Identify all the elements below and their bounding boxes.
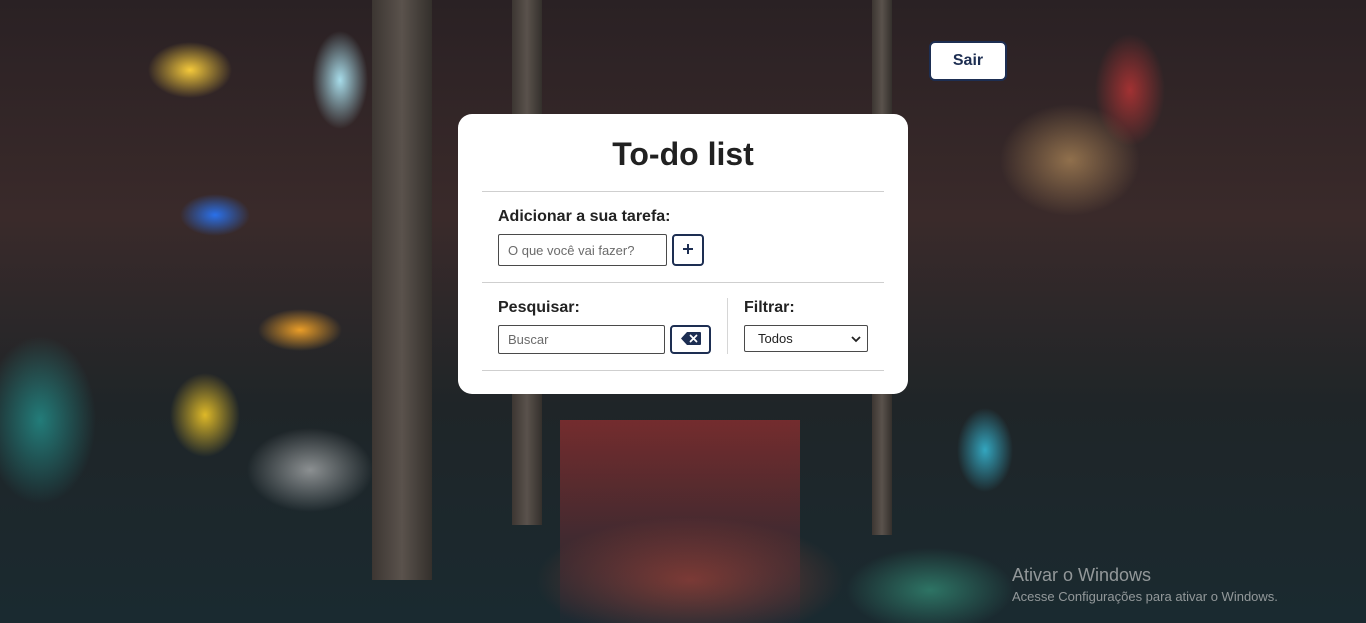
clear-search-button[interactable]: [670, 325, 711, 354]
add-task-button[interactable]: [672, 234, 704, 266]
filter-select[interactable]: Todos: [744, 325, 868, 352]
vertical-divider: [727, 298, 728, 354]
filter-label: Filtrar:: [744, 299, 795, 316]
filter-selected-value: Todos: [758, 331, 793, 346]
chevron-down-icon: [851, 331, 861, 346]
watermark-title: Ativar o Windows: [1012, 565, 1152, 585]
logout-button[interactable]: Sair: [929, 41, 1007, 81]
search-label: Pesquisar:: [498, 299, 580, 316]
windows-activation-watermark: Ativar o Windows Acesse Configurações pa…: [1012, 565, 1278, 604]
divider: [482, 282, 884, 283]
watermark-subtitle: Acesse Configurações para ativar o Windo…: [1012, 589, 1278, 604]
plus-icon: [682, 243, 694, 258]
backspace-icon: [680, 331, 701, 348]
divider: [482, 370, 884, 371]
add-task-label: Adicionar a sua tarefa:: [498, 208, 671, 225]
page-title: To-do list: [612, 136, 754, 172]
background-pole: [372, 0, 432, 580]
search-input[interactable]: [498, 325, 665, 354]
todo-card: To-do list Adicionar a sua tarefa: Pesqu…: [458, 114, 908, 394]
divider: [482, 191, 884, 192]
add-task-input[interactable]: [498, 234, 667, 266]
background-street: [560, 420, 800, 623]
